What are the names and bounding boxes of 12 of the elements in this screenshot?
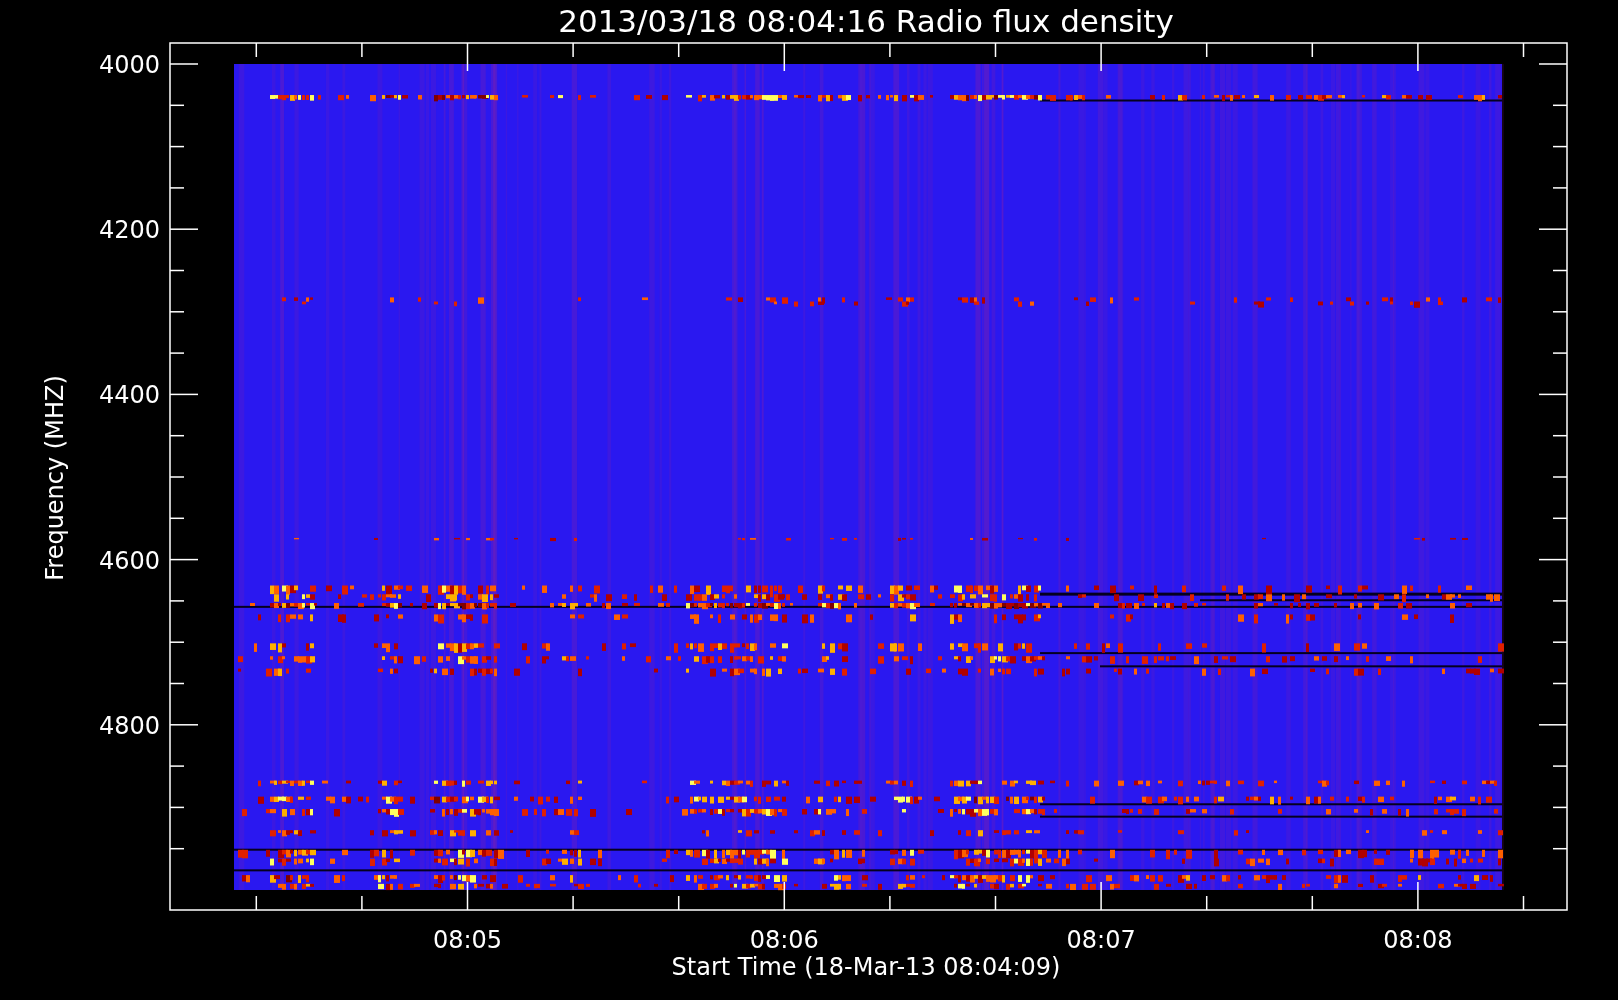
x-tick-label: 08:05 — [432, 926, 503, 954]
y-tick-label: 4600 — [98, 546, 160, 575]
y-tick-label: 4200 — [98, 216, 160, 245]
x-tick-label: 08:06 — [749, 926, 819, 954]
x-tick-label: 08:08 — [1383, 926, 1453, 954]
y-tick-label: 4000 — [98, 51, 160, 79]
y-tick-label: 4400 — [98, 381, 160, 410]
chart-title: 2013/03/18 08:04:16 Radio flux density — [558, 3, 1174, 39]
x-axis-label: Start Time (18-Mar-13 08:04:09) — [671, 953, 1061, 981]
x-tick-label: 08:07 — [1066, 926, 1136, 954]
y-tick-label: 4800 — [98, 711, 160, 740]
y-axis-label: Frequency (MHZ) — [41, 375, 69, 581]
